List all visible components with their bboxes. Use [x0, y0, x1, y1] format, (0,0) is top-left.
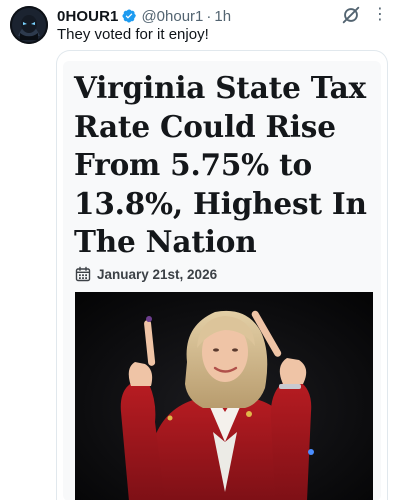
grok-icon[interactable]	[340, 4, 362, 26]
separator-dot: ·	[206, 7, 212, 25]
timestamp[interactable]: 1h	[214, 8, 231, 25]
avatar-image	[10, 6, 48, 44]
article-photo[interactable]	[75, 292, 373, 500]
calendar-icon	[75, 266, 91, 282]
avatar[interactable]	[10, 6, 48, 44]
more-vertical-icon[interactable]: ⋮	[372, 5, 388, 25]
article-headline: Virginia State Tax Rate Could Rise From …	[74, 70, 367, 259]
article-photo-image	[75, 292, 373, 500]
article-date-row: January 21st, 2026	[75, 265, 217, 283]
article-card[interactable]: Virginia State Tax Rate Could Rise From …	[56, 50, 388, 500]
article-card-content: Virginia State Tax Rate Could Rise From …	[63, 61, 381, 500]
article-date: January 21st, 2026	[97, 266, 218, 282]
tweet-text: They voted for it enjoy!	[57, 26, 209, 43]
display-name[interactable]: 0HOUR1	[57, 8, 118, 25]
handle[interactable]: @0hour1	[141, 8, 203, 25]
verified-badge-icon	[122, 9, 137, 23]
